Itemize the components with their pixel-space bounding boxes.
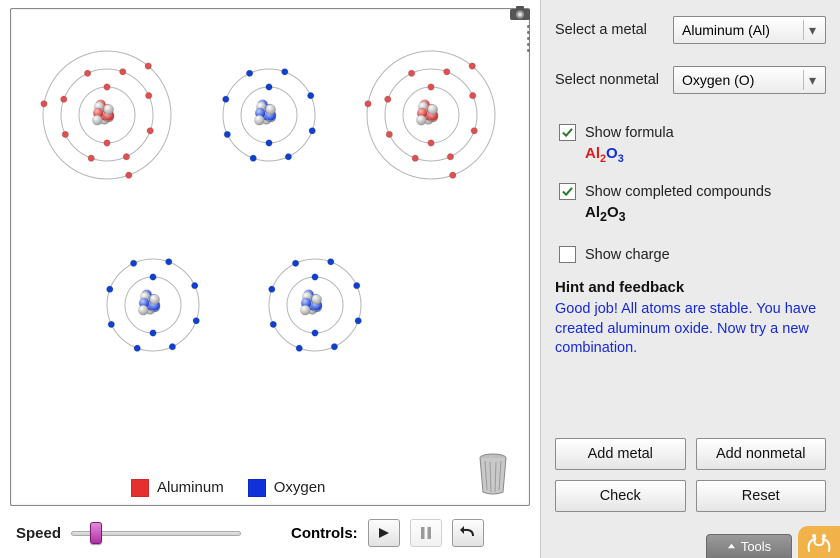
- show-charge-label: Show charge: [585, 247, 670, 263]
- trash-icon[interactable]: [475, 452, 511, 499]
- controls-label: Controls:: [291, 525, 358, 542]
- compound-display: Al2O3: [585, 204, 826, 224]
- legend-nonmetal-label: Oxygen: [274, 479, 326, 496]
- select-nonmetal-label: Select nonmetal: [555, 72, 667, 88]
- select-metal-value: Aluminum (Al): [682, 22, 770, 38]
- atom-aluminum[interactable]: [363, 47, 499, 183]
- pause-button[interactable]: [410, 519, 442, 547]
- pause-icon: [421, 527, 431, 539]
- show-compounds-label: Show completed compounds: [585, 184, 771, 200]
- select-nonmetal-value: Oxygen (O): [682, 72, 754, 88]
- reset-button[interactable]: Reset: [696, 480, 827, 512]
- formula-display: Al2O3: [585, 145, 826, 165]
- hint-title: Hint and feedback: [555, 279, 826, 296]
- tools-tab[interactable]: Tools: [706, 534, 792, 558]
- atom-oxygen[interactable]: [103, 255, 203, 355]
- play-button[interactable]: [368, 519, 400, 547]
- snapshot-icon[interactable]: [509, 5, 531, 21]
- chevron-down-icon: ▾: [803, 70, 821, 90]
- legend-swatch-nonmetal: [248, 479, 266, 497]
- legend: Aluminum Oxygen: [131, 479, 325, 497]
- show-formula-label: Show formula: [585, 125, 674, 141]
- legend-metal-label: Aluminum: [157, 479, 224, 496]
- show-charge-checkbox[interactable]: Show charge: [559, 246, 826, 263]
- undo-icon: [460, 526, 476, 540]
- chevron-down-icon: ▾: [803, 20, 821, 40]
- show-formula-checkbox[interactable]: Show formula: [559, 124, 826, 141]
- chevron-up-icon: [727, 542, 736, 551]
- add-nonmetal-button[interactable]: Add nonmetal: [696, 438, 827, 470]
- brand-badge-icon: [798, 526, 840, 558]
- check-icon: [562, 127, 573, 138]
- check-icon: [562, 186, 573, 197]
- add-metal-button[interactable]: Add metal: [555, 438, 686, 470]
- select-nonmetal-dropdown[interactable]: Oxygen (O) ▾: [673, 66, 826, 94]
- hint-text: Good job! All atoms are stable. You have…: [555, 300, 826, 359]
- play-icon: [378, 527, 390, 539]
- check-button[interactable]: Check: [555, 480, 686, 512]
- atom-aluminum[interactable]: [39, 47, 175, 183]
- select-metal-label: Select a metal: [555, 22, 667, 38]
- legend-swatch-metal: [131, 479, 149, 497]
- atom-oxygen[interactable]: [219, 65, 319, 165]
- show-compounds-checkbox[interactable]: Show completed compounds: [559, 183, 826, 200]
- speed-label: Speed: [16, 525, 61, 542]
- rewind-button[interactable]: [452, 519, 484, 547]
- speed-slider[interactable]: [71, 524, 241, 542]
- select-metal-dropdown[interactable]: Aluminum (Al) ▾: [673, 16, 826, 44]
- atom-oxygen[interactable]: [265, 255, 365, 355]
- simulation-stage[interactable]: Aluminum Oxygen: [10, 8, 530, 506]
